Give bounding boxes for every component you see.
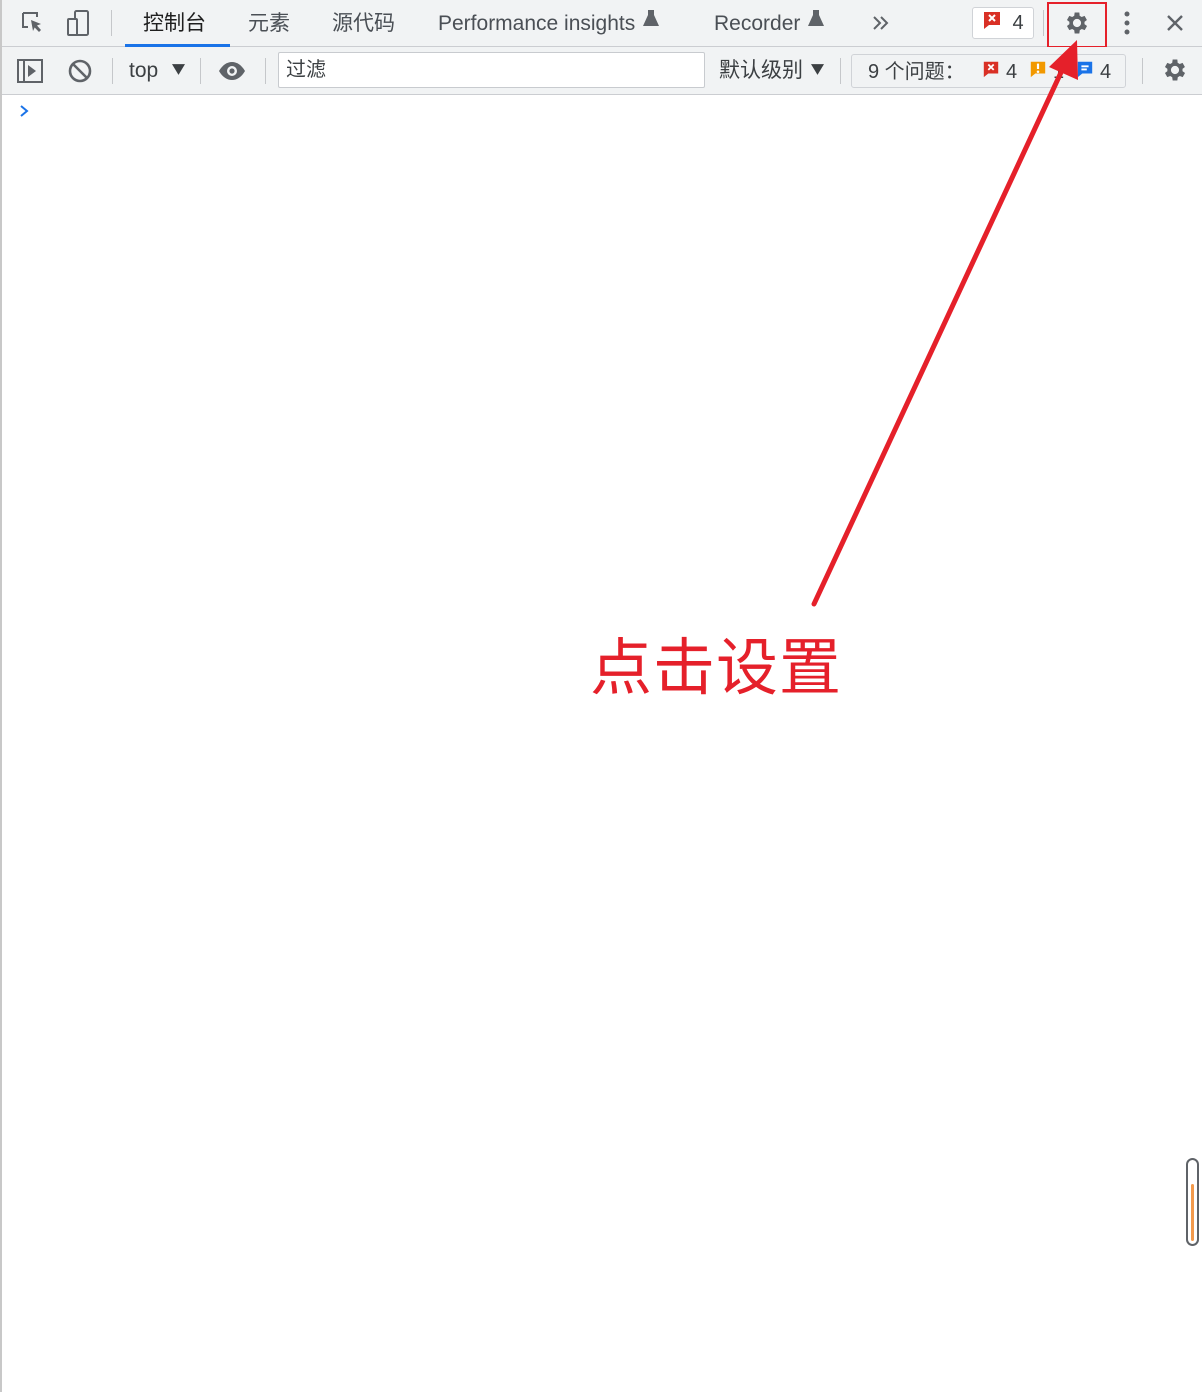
- annotation-text: 点击设置: [590, 631, 843, 704]
- scrollbar-thumb[interactable]: [1186, 1158, 1199, 1246]
- scrollbar-progress: [1191, 1184, 1194, 1241]
